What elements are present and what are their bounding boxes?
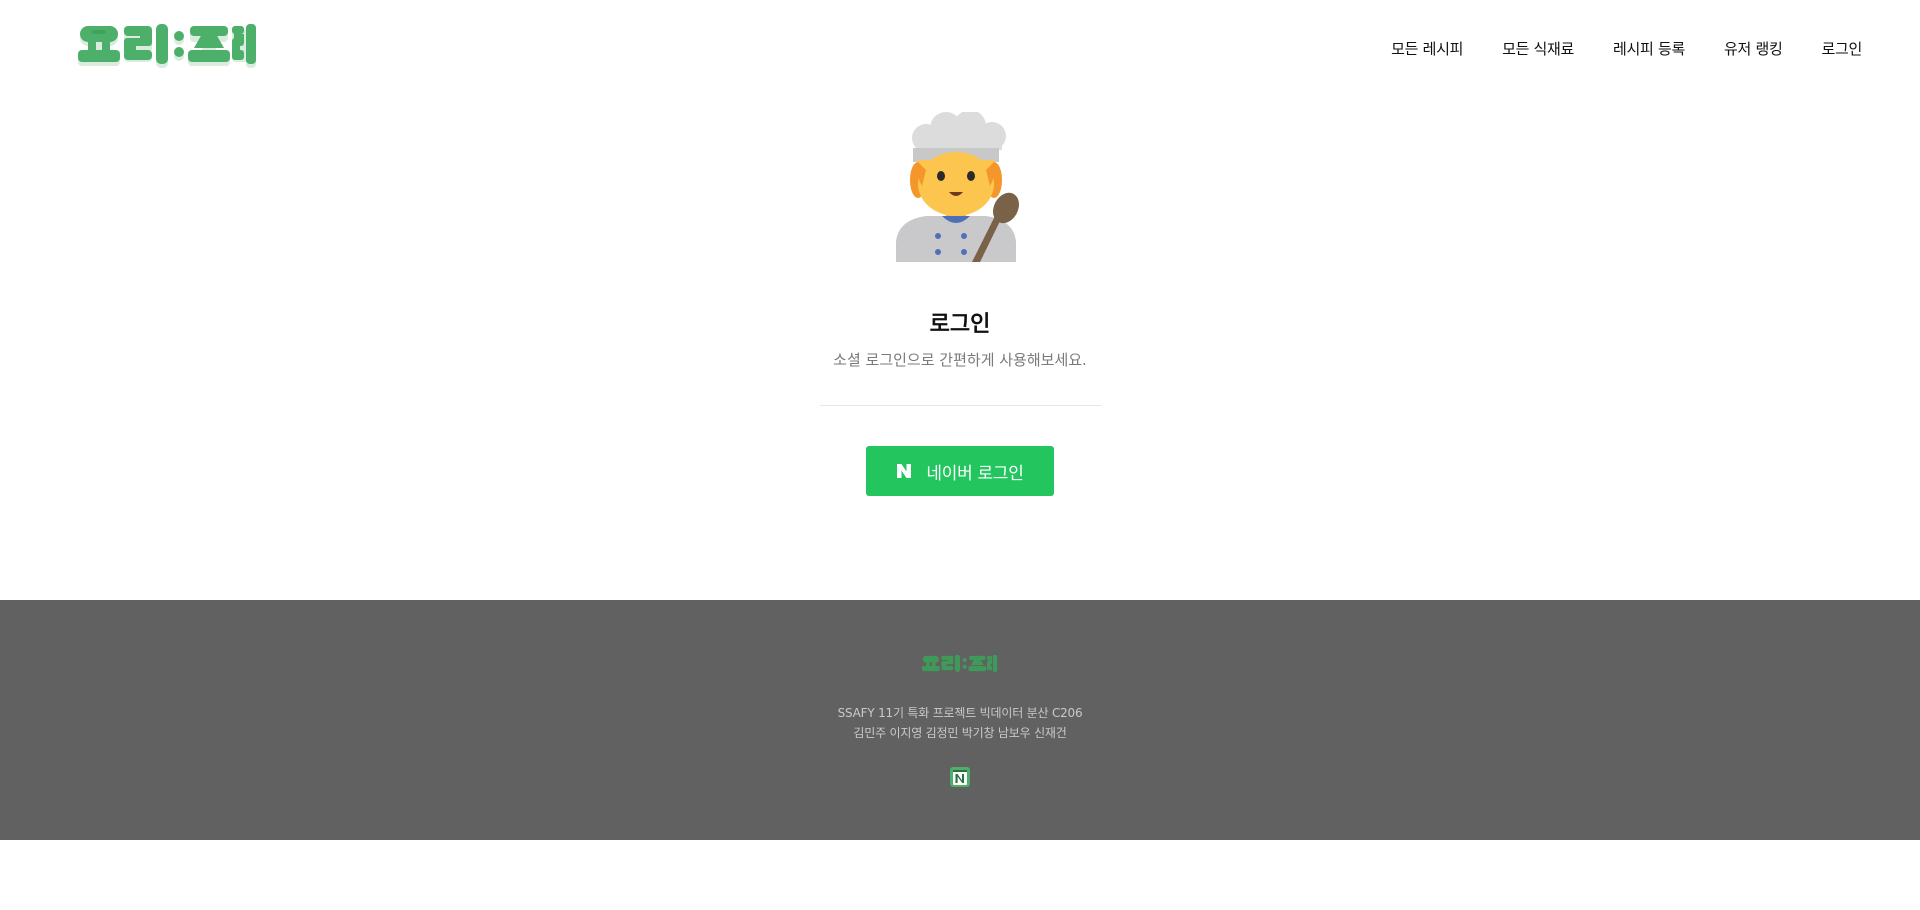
header: 모든 레시피 모든 식재료 레시피 등록 유저 랭킹 로그인 xyxy=(0,0,1920,100)
divider xyxy=(820,405,1101,406)
logo-wordmark xyxy=(78,24,256,68)
page-title: 로그인 xyxy=(929,312,991,337)
page-subtitle: 소셜 로그인으로 간편하게 사용해보세요. xyxy=(833,351,1087,369)
chef-icon xyxy=(896,110,1024,262)
nav-all-recipes[interactable]: 모든 레시피 xyxy=(1391,38,1463,59)
notion-icon[interactable] xyxy=(949,766,971,788)
nav-login[interactable]: 로그인 xyxy=(1821,38,1862,59)
naver-login-button[interactable]: 네이버 로그인 xyxy=(866,446,1054,496)
login-section: 로그인 소셜 로그인으로 간편하게 사용해보세요. 네이버 로그인 xyxy=(0,100,1920,600)
footer-logo[interactable] xyxy=(922,654,998,678)
footer-project-info: SSAFY 11기 특화 프로젝트 빅데이터 분산 C206 xyxy=(837,706,1083,720)
naver-login-label: 네이버 로그인 xyxy=(926,463,1024,484)
logo[interactable] xyxy=(78,22,258,78)
nav-register-recipe[interactable]: 레시피 등록 xyxy=(1613,38,1685,59)
main-nav: 모든 레시피 모든 식재료 레시피 등록 유저 랭킹 로그인 xyxy=(1352,38,1862,59)
footer: SSAFY 11기 특화 프로젝트 빅데이터 분산 C206 김민주 이지영 김… xyxy=(0,600,1920,840)
nav-all-ingredients[interactable]: 모든 식재료 xyxy=(1502,38,1574,59)
naver-n-icon xyxy=(896,463,912,479)
nav-user-ranking[interactable]: 유저 랭킹 xyxy=(1724,38,1783,59)
footer-team-members: 김민주 이지영 김정민 박기창 남보우 신재건 xyxy=(853,726,1067,740)
